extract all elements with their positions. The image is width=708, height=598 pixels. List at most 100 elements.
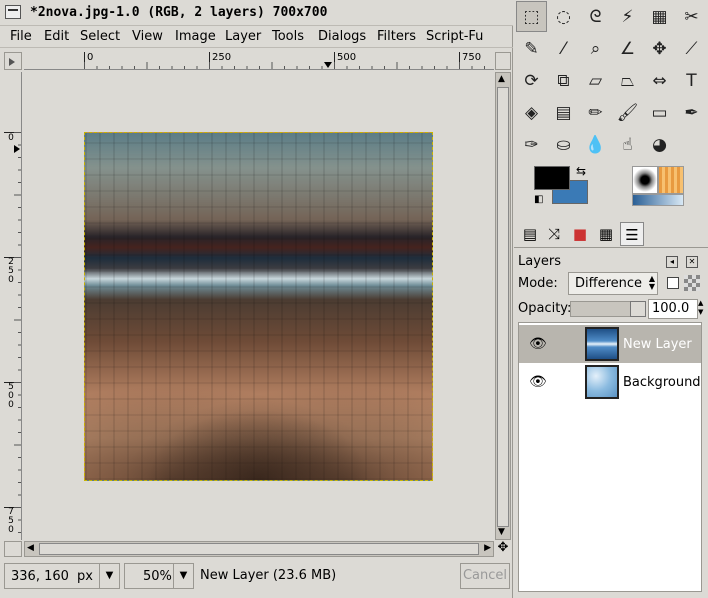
- rotate-icon[interactable]: ⟳: [516, 65, 547, 96]
- horizontal-scroll-thumb[interactable]: [39, 543, 479, 555]
- paintbrush-icon[interactable]: 🖌: [612, 97, 643, 128]
- pencil-icon[interactable]: ✏: [580, 97, 611, 128]
- image-canvas[interactable]: [24, 72, 494, 540]
- smudge-icon[interactable]: ☝: [612, 129, 643, 160]
- cancel-button[interactable]: Cancel: [460, 563, 510, 589]
- eraser-icon[interactable]: ▭: [644, 97, 675, 128]
- opacity-input[interactable]: 100.0: [648, 299, 698, 319]
- layer-thumbnail: [585, 365, 619, 399]
- panel-menu-icon[interactable]: ◂: [666, 256, 678, 268]
- dock-window: ⬚ ◌ ᘓ ⚡ ▦ ✂ ✎ ⁄ ⌕ ∠ ✥ ⟋ ⟳ ⧉ ▱ ⏢ ⇔ T ◈ ▤ ✏ 🖌 ▭ ✒ ✑ ⛀ 💧 ☝ ◕ ⇆ ◧ ▤ ⤨ ■ …: [514, 0, 708, 598]
- layer-thumbnail: [585, 327, 619, 361]
- select-by-color-icon[interactable]: ▦: [644, 1, 675, 32]
- layer-row-new-layer[interactable]: 👁 New Layer: [519, 325, 701, 363]
- bucket-fill-icon[interactable]: ◈: [516, 97, 547, 128]
- crop-icon[interactable]: ⟋: [676, 33, 707, 64]
- blend-icon[interactable]: ▤: [548, 97, 579, 128]
- fuzzy-select-icon[interactable]: ⚡: [612, 1, 643, 32]
- vertical-scrollbar[interactable]: ▲ ▼: [495, 72, 511, 540]
- horizontal-ruler[interactable]: 0 250 500 750: [24, 52, 494, 70]
- scroll-right-icon[interactable]: ▶: [484, 544, 491, 553]
- free-select-icon[interactable]: ᘓ: [580, 1, 611, 32]
- zoom-dropdown-icon[interactable]: ▼: [173, 564, 193, 588]
- shear-icon[interactable]: ▱: [580, 65, 611, 96]
- move-icon[interactable]: ✥: [644, 33, 675, 64]
- default-colors-icon[interactable]: ◧: [534, 194, 543, 205]
- ink-icon[interactable]: ✑: [516, 129, 547, 160]
- menu-script-fu[interactable]: Script-Fu: [426, 29, 483, 44]
- unit-dropdown-icon[interactable]: ▼: [99, 564, 119, 588]
- tab-channels-icon[interactable]: ■: [568, 222, 592, 246]
- layer-name[interactable]: Background: [623, 375, 701, 390]
- pointer-coords: 336, 160: [11, 569, 69, 584]
- dodge-burn-icon[interactable]: ◕: [644, 129, 675, 160]
- opacity-slider-thumb[interactable]: [630, 301, 646, 317]
- tab-paths-icon[interactable]: ⤨: [542, 222, 566, 246]
- rect-select-icon[interactable]: ⬚: [516, 1, 547, 32]
- zoom-icon[interactable]: ⌕: [580, 33, 611, 64]
- clone-icon[interactable]: ⛀: [548, 129, 579, 160]
- menu-image[interactable]: Image: [175, 29, 216, 44]
- vertical-scroll-thumb[interactable]: [497, 87, 509, 527]
- blur-sharpen-icon[interactable]: 💧: [580, 129, 611, 160]
- unit-value[interactable]: px: [77, 569, 93, 584]
- menu-layer[interactable]: Layer: [225, 29, 261, 44]
- swap-colors-icon[interactable]: ⇆: [576, 164, 586, 178]
- vruler-label-0: 0: [8, 133, 14, 143]
- horizontal-scrollbar[interactable]: ◀ ▶: [24, 541, 494, 557]
- layer-row-background[interactable]: 👁 Background: [519, 363, 701, 401]
- vruler-label-500: 5 0 0: [8, 382, 14, 410]
- airbrush-icon[interactable]: ✒: [676, 97, 707, 128]
- quick-mask-toggle[interactable]: [4, 541, 22, 557]
- menu-select[interactable]: Select: [80, 29, 120, 44]
- paths-icon[interactable]: ✎: [516, 33, 547, 64]
- window-title: *2nova.jpg-1.0 (RGB, 2 layers) 700x700: [30, 5, 328, 20]
- visibility-eye-icon[interactable]: 👁: [529, 337, 547, 351]
- title-bar[interactable]: *2nova.jpg-1.0 (RGB, 2 layers) 700x700: [0, 0, 513, 26]
- tab-undo-icon[interactable]: ☰: [620, 222, 644, 246]
- measure-icon[interactable]: ∠: [612, 33, 643, 64]
- opacity-slider[interactable]: [570, 301, 646, 317]
- pattern-preview[interactable]: [658, 166, 684, 194]
- lock-alpha-checkbox[interactable]: [667, 277, 679, 289]
- foreground-color[interactable]: [534, 166, 570, 190]
- menu-dialogs[interactable]: Dialogs: [318, 29, 366, 44]
- vertical-ruler[interactable]: 0 2 5 0 5 0 0 7 5 0: [4, 72, 22, 540]
- menu-filters[interactable]: Filters: [377, 29, 416, 44]
- color-picker-icon[interactable]: ⁄: [548, 33, 579, 64]
- brush-preview[interactable]: [632, 166, 658, 194]
- mode-select[interactable]: Difference ▲ ▼: [568, 272, 658, 295]
- menu-tools[interactable]: Tools: [272, 29, 304, 44]
- zoom-value[interactable]: 50%: [143, 569, 172, 584]
- opacity-spin-icon[interactable]: ▲ ▼: [698, 299, 708, 319]
- navigate-icon[interactable]: ✥: [495, 541, 511, 557]
- ruler-label-500: 500: [337, 52, 357, 63]
- text-icon[interactable]: T: [676, 65, 707, 96]
- zoom-nav-icon[interactable]: [495, 52, 511, 70]
- mode-value: Difference: [575, 276, 643, 291]
- panel-title: Layers: [518, 254, 562, 269]
- panel-close-icon[interactable]: ✕: [686, 256, 698, 268]
- scroll-down-icon[interactable]: ▼: [498, 528, 505, 537]
- pointer-marker-v: [14, 145, 20, 153]
- ellipse-select-icon[interactable]: ◌: [548, 1, 579, 32]
- menu-view[interactable]: View: [132, 29, 163, 44]
- tab-patterns-icon[interactable]: ▦: [594, 222, 618, 246]
- layer-name[interactable]: New Layer: [623, 337, 692, 352]
- menu-file[interactable]: File: [10, 29, 32, 44]
- image-content[interactable]: [84, 132, 433, 481]
- image-menu-button[interactable]: [4, 52, 22, 70]
- zoom-combo[interactable]: 50% ▼: [124, 563, 194, 589]
- perspective-icon[interactable]: ⏢: [612, 65, 643, 96]
- scale-icon[interactable]: ⧉: [548, 65, 579, 96]
- ruler-ticks: [84, 52, 485, 69]
- flip-icon[interactable]: ⇔: [644, 65, 675, 96]
- tab-layers-icon[interactable]: ▤: [518, 222, 542, 246]
- scroll-left-icon[interactable]: ◀: [27, 544, 34, 553]
- window-menu-button[interactable]: [5, 5, 21, 19]
- gradient-preview[interactable]: [632, 194, 684, 206]
- scroll-up-icon[interactable]: ▲: [498, 75, 505, 84]
- scissors-select-icon[interactable]: ✂: [676, 1, 707, 32]
- menu-edit[interactable]: Edit: [44, 29, 69, 44]
- visibility-eye-icon[interactable]: 👁: [529, 375, 547, 389]
